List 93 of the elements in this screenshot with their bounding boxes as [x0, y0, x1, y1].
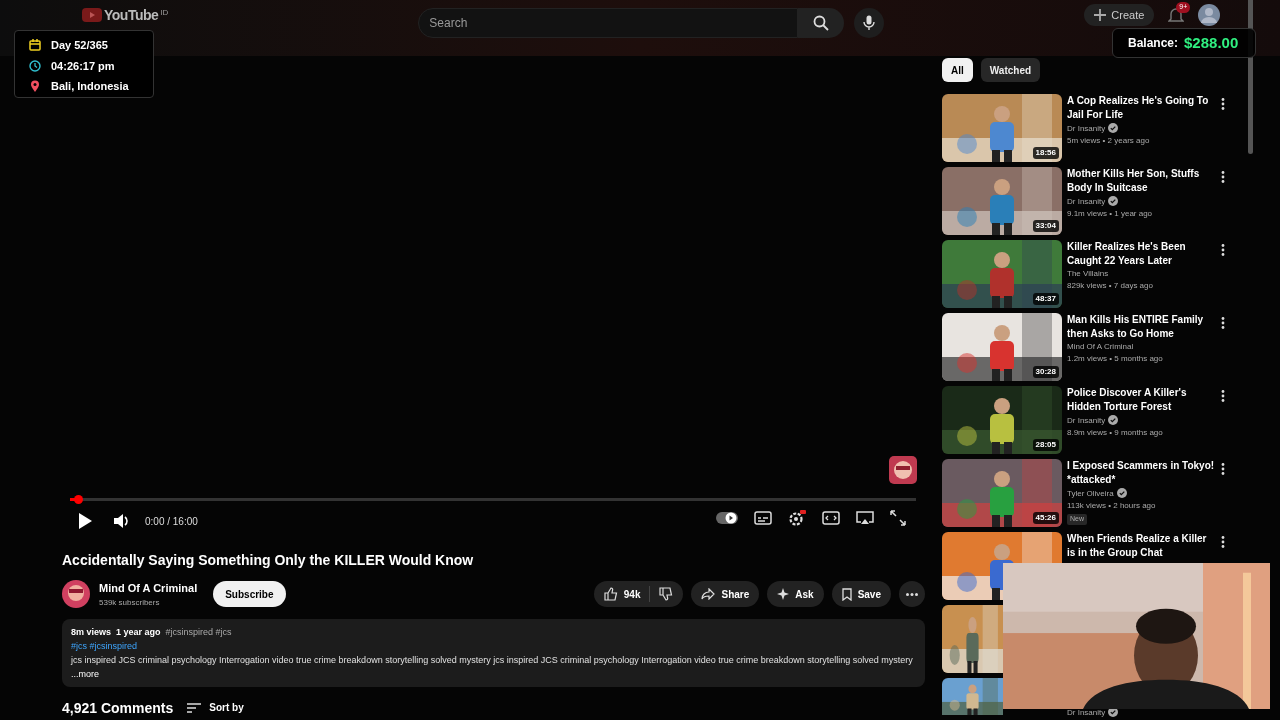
channel-name[interactable]: Tyler Oliveira	[1067, 488, 1114, 498]
share-arrow-icon	[701, 588, 716, 601]
duration-badge: 18:56	[1032, 147, 1059, 159]
view-count: 8m views	[71, 625, 112, 639]
cast-icon[interactable]	[856, 511, 874, 525]
channel-name[interactable]: Mind Of A Criminal	[99, 580, 198, 597]
filter-chip[interactable]: Watched	[980, 58, 1041, 82]
subscriber-count: 539k subscribers	[99, 596, 161, 609]
video-title[interactable]: A Cop Realizes He's Going To Jail For Life	[1067, 94, 1217, 122]
tag-links[interactable]: #jcsinspired #jcs	[165, 624, 232, 639]
play-logo-icon[interactable]	[82, 8, 102, 22]
duration-badge: 30:28	[1032, 366, 1059, 378]
clock-time: 04:26:17 pm	[51, 58, 115, 74]
bell-icon[interactable]	[1168, 6, 1185, 24]
more-options-icon[interactable]	[1221, 390, 1225, 402]
search-field[interactable]: Search	[418, 8, 799, 38]
video-meta: 9.1m views • 1 year ago	[1067, 208, 1154, 220]
video-title[interactable]: Police Discover A Killer's Hidden Torture Forest	[1067, 386, 1217, 414]
region-label: ID	[160, 6, 169, 19]
balance-amount: $288.00	[1184, 32, 1239, 53]
plus-icon	[1094, 9, 1107, 21]
video-title[interactable]: Mother Kills Her Son, Stuffs Body In Suitcase	[1067, 167, 1217, 195]
video-meta: 1.2m views • 5 months ago	[1067, 353, 1164, 365]
time-display: 0:00 / 16:00	[145, 514, 198, 529]
location-label: Bali, Indonesia	[51, 79, 129, 94]
like-dislike-control[interactable]: 94k	[593, 581, 684, 608]
video-title[interactable]: Man Kills His ENTIRE Family then Asks to Go Home	[1067, 313, 1217, 341]
settings-icon[interactable]	[788, 510, 806, 526]
search-icon	[813, 15, 830, 31]
captions-icon[interactable]	[754, 511, 772, 525]
video-meta: 5m views • 2 years ago	[1067, 135, 1151, 147]
logo-text[interactable]: YouTube	[104, 4, 159, 26]
share-button[interactable]: Share	[691, 581, 760, 608]
description-panel[interactable]	[62, 618, 925, 687]
video-title: Accidentally Saying Something Only the KILLER Would Know	[62, 551, 475, 570]
channel-name[interactable]: Dr Insanity	[1067, 707, 1106, 717]
hashtag-links[interactable]: #jcs #jcsinspired	[71, 638, 916, 653]
sort-button[interactable]: Sort by	[187, 700, 244, 715]
description-text: jcs inspired JCS criminal psychology Interrogation video true crime breakdown storytelling solved mystery jcs inspired JCS criminal psychology Interrogation video true crime breakdown storytelling solved mystery ...more	[71, 653, 914, 681]
comment-count: 4,921 Comments	[62, 699, 174, 716]
video-meta: 8.9m views • 9 months ago	[1067, 427, 1164, 439]
upload-age: 1 year ago	[116, 625, 161, 639]
video-title[interactable]: I Exposed Scammers in Tokyo! *attacked*	[1067, 459, 1217, 487]
duration-badge: 33:04	[1032, 220, 1059, 232]
more-options-icon[interactable]	[1221, 536, 1225, 548]
subscribe-button[interactable]: Subscribe	[213, 581, 286, 608]
balance-label: Balance:	[1128, 35, 1179, 52]
duration-badge: 28:05	[1032, 439, 1059, 451]
save-button[interactable]: Save	[831, 581, 891, 608]
thumbs-up-icon[interactable]	[603, 587, 618, 602]
search-button[interactable]	[798, 8, 845, 38]
calendar-icon	[29, 39, 41, 52]
channel-name[interactable]: Dr Insanity	[1067, 123, 1106, 133]
more-options-icon[interactable]	[1221, 244, 1225, 256]
day-counter: Day 52/365	[51, 38, 108, 53]
more-link[interactable]: ...more	[71, 668, 99, 679]
ask-button[interactable]: Ask	[767, 581, 824, 608]
fullscreen-icon[interactable]	[890, 510, 906, 526]
channel-watermark-icon	[889, 456, 917, 484]
duration-badge: 48:37	[1032, 293, 1059, 305]
channel-name[interactable]: Mind Of A Criminal	[1067, 342, 1134, 351]
channel-name[interactable]: Dr Insanity	[1067, 415, 1106, 425]
bookmark-icon	[841, 587, 852, 601]
channel-name[interactable]: The Villains	[1067, 269, 1109, 278]
avatar-icon[interactable]	[1198, 4, 1221, 26]
video-meta: 829k views • 7 days ago	[1067, 280, 1154, 292]
channel-name[interactable]: Dr Insanity	[1067, 196, 1106, 206]
channel-avatar-icon[interactable]	[62, 580, 90, 609]
more-options-icon[interactable]	[1221, 317, 1225, 329]
location-pin-icon	[29, 80, 41, 93]
play-icon[interactable]	[78, 513, 92, 529]
sparkle-icon	[777, 588, 790, 601]
clock-icon	[29, 59, 41, 72]
duration-badge: 45:26	[1032, 512, 1059, 524]
scrubber-icon[interactable]	[74, 495, 84, 504]
video-title[interactable]: Killer Realizes He's Been Caught 22 Years Later	[1067, 240, 1217, 268]
video-title[interactable]: When Friends Realize a Killer is in the Group Chat	[1067, 532, 1217, 560]
more-options-icon[interactable]	[1221, 98, 1225, 110]
video-meta: 113k views • 2 hours ago	[1067, 500, 1157, 512]
filter-chip[interactable]: All	[942, 58, 973, 82]
autoplay-toggle-icon[interactable]	[716, 512, 738, 524]
sort-icon	[187, 702, 202, 713]
miniplayer-icon[interactable]	[822, 511, 840, 525]
more-icon	[906, 592, 918, 596]
microphone-icon	[863, 15, 876, 31]
create-button[interactable]: Create	[1084, 4, 1155, 26]
volume-icon[interactable]	[114, 513, 130, 529]
thumbs-down-icon[interactable]	[659, 587, 674, 602]
progress-track[interactable]	[70, 498, 916, 501]
like-count[interactable]: 94k	[623, 586, 641, 602]
more-options-icon[interactable]	[1221, 171, 1225, 183]
more-actions-button[interactable]	[899, 581, 925, 608]
more-options-icon[interactable]	[1221, 463, 1225, 475]
